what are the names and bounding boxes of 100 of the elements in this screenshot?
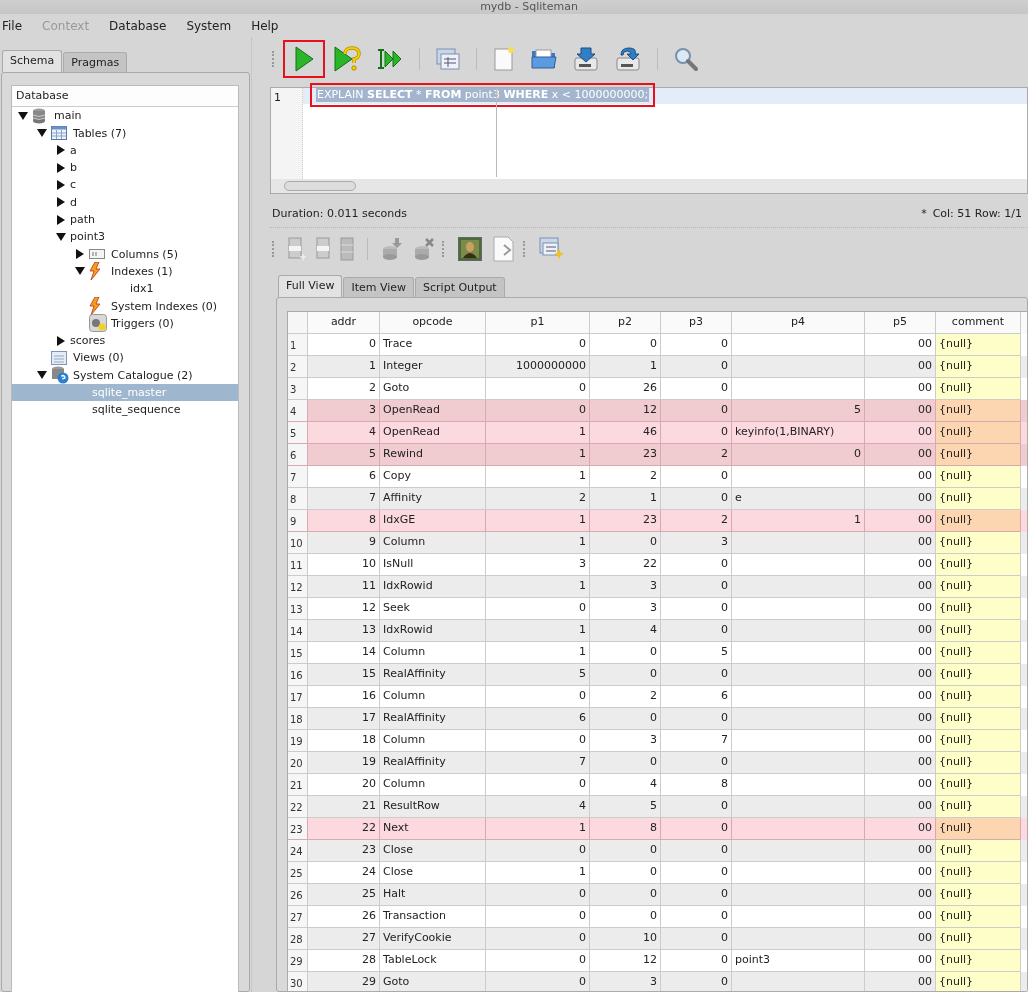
menu-item[interactable]: System	[186, 19, 232, 33]
database-cross-icon[interactable]	[413, 237, 435, 261]
table-cell: {null}	[936, 444, 1021, 466]
folder-icon	[531, 48, 557, 70]
row-number: 29	[288, 950, 308, 972]
expand-arrow-icon[interactable]	[56, 145, 66, 156]
scrollbar[interactable]	[271, 179, 1027, 193]
expand-arrow-icon[interactable]	[75, 249, 85, 260]
table-cell: 0	[486, 972, 590, 991]
row-number: 23	[288, 818, 308, 840]
tree-item[interactable]: main	[54, 109, 82, 123]
tree-item[interactable]: path	[70, 213, 95, 227]
search-icon	[674, 47, 698, 71]
scrollbar-thumb[interactable]	[284, 181, 356, 191]
tree-item[interactable]: d	[70, 195, 77, 209]
row-number: 14	[288, 620, 308, 642]
table-cell: {null}	[936, 510, 1021, 532]
tree-item[interactable]: Tables (7)	[73, 126, 127, 140]
tab[interactable]: Schema	[2, 50, 63, 72]
collapse-arrow-icon[interactable]	[37, 128, 47, 139]
row-number: 7	[288, 466, 308, 488]
column-header[interactable]: comment	[936, 312, 1021, 334]
row-number: 16	[288, 664, 308, 686]
lightning-icon	[89, 262, 101, 281]
row-number: 28	[288, 928, 308, 950]
expand-arrow-icon[interactable]	[56, 214, 66, 225]
database-icon	[32, 107, 46, 124]
columns-icon	[89, 249, 105, 260]
table-cell: {null}	[936, 620, 1021, 642]
new-document-icon	[493, 47, 515, 71]
row-number: 22	[288, 796, 308, 818]
tree-item[interactable]: b	[70, 161, 77, 175]
expand-arrow-icon[interactable]	[56, 197, 66, 208]
table-cell: 3	[590, 972, 661, 991]
row-number: 18	[288, 708, 308, 730]
run-question-icon	[333, 46, 361, 72]
row-number: 5	[288, 422, 308, 444]
cursor-position: Col: 51 Row: 1/1	[932, 206, 1022, 220]
row-number: 21	[288, 774, 308, 796]
table-cell: {null}	[936, 818, 1021, 840]
table-cell: {null}	[936, 598, 1021, 620]
table-cell: {null}	[936, 664, 1021, 686]
query-text: EXPLAIN SELECT* FROM point3 WHERE x < 1000000000;	[316, 88, 650, 102]
tab[interactable]: Full View	[278, 275, 343, 297]
window-title: mydb - Sqliteman	[480, 0, 578, 14]
table-cell: {null}	[936, 928, 1021, 950]
tab[interactable]: Script Output	[415, 277, 505, 297]
table-cell: 29	[308, 972, 380, 991]
modified-indicator: *	[921, 206, 927, 220]
row-number: 30	[288, 972, 308, 991]
collapse-arrow-icon[interactable]	[37, 370, 47, 381]
tree-item[interactable]: System Indexes (0)	[111, 299, 218, 313]
save-down-icon	[573, 46, 599, 72]
row-number: 17	[288, 686, 308, 708]
collapse-arrow-icon[interactable]	[75, 266, 85, 277]
tree-item[interactable]: Views (0)	[73, 351, 124, 365]
menu-item[interactable]: Help	[251, 19, 279, 33]
tree-item[interactable]: point3	[70, 230, 106, 244]
line-number: 1	[274, 91, 281, 104]
lightning-icon	[89, 297, 101, 316]
table-cell: {null}	[936, 752, 1021, 774]
row-number: 13	[288, 598, 308, 620]
table-cell: {null}	[936, 378, 1021, 400]
table-cell: {null}	[936, 906, 1021, 928]
tree-item[interactable]: Indexes (1)	[111, 264, 173, 278]
table-cell: {null}	[936, 576, 1021, 598]
row-number: 20	[288, 752, 308, 774]
tree-item[interactable]: idx1	[130, 282, 154, 296]
tree-item[interactable]: System Catalogue (2)	[73, 368, 193, 382]
tab[interactable]: Pragmas	[63, 52, 128, 72]
table-cell: {null}	[936, 972, 1021, 991]
row-number: 10	[288, 532, 308, 554]
tab[interactable]: Item View	[343, 277, 415, 297]
table-cell: {null}	[936, 686, 1021, 708]
menu-item[interactable]: Database	[109, 19, 167, 33]
table-window-icon	[436, 48, 460, 70]
table-cell: {null}	[936, 774, 1021, 796]
row-number: 26	[288, 884, 308, 906]
portrait-icon[interactable]	[458, 237, 482, 261]
tree-item[interactable]: a	[70, 143, 77, 157]
expand-arrow-icon[interactable]	[56, 180, 66, 190]
tree-item[interactable]: scores	[70, 334, 106, 348]
table-cell: {null}	[936, 400, 1021, 422]
table-cell: {null}	[936, 554, 1021, 576]
expand-arrow-icon[interactable]	[56, 335, 66, 346]
table-cell: {null}	[936, 884, 1021, 906]
collapse-arrow-icon[interactable]	[56, 231, 66, 242]
table-cell: {null}	[936, 730, 1021, 752]
document-arrow-icon[interactable]	[492, 236, 516, 262]
tree-item[interactable]: Columns (5)	[111, 247, 178, 261]
expand-arrow-icon[interactable]	[56, 162, 66, 173]
run-icon	[293, 46, 315, 72]
annotated-run-button[interactable]	[283, 40, 325, 78]
table-cell: {null}	[936, 840, 1021, 862]
menu-item[interactable]: File	[2, 19, 23, 33]
tree-item[interactable]: c	[70, 178, 77, 192]
collapse-arrow-icon[interactable]	[18, 110, 28, 121]
tree-item[interactable]: Triggers (0)	[111, 316, 174, 330]
duration-text: Duration: 0.011 seconds	[272, 206, 407, 220]
tree-item[interactable]: sqlite_sequence	[92, 403, 181, 417]
